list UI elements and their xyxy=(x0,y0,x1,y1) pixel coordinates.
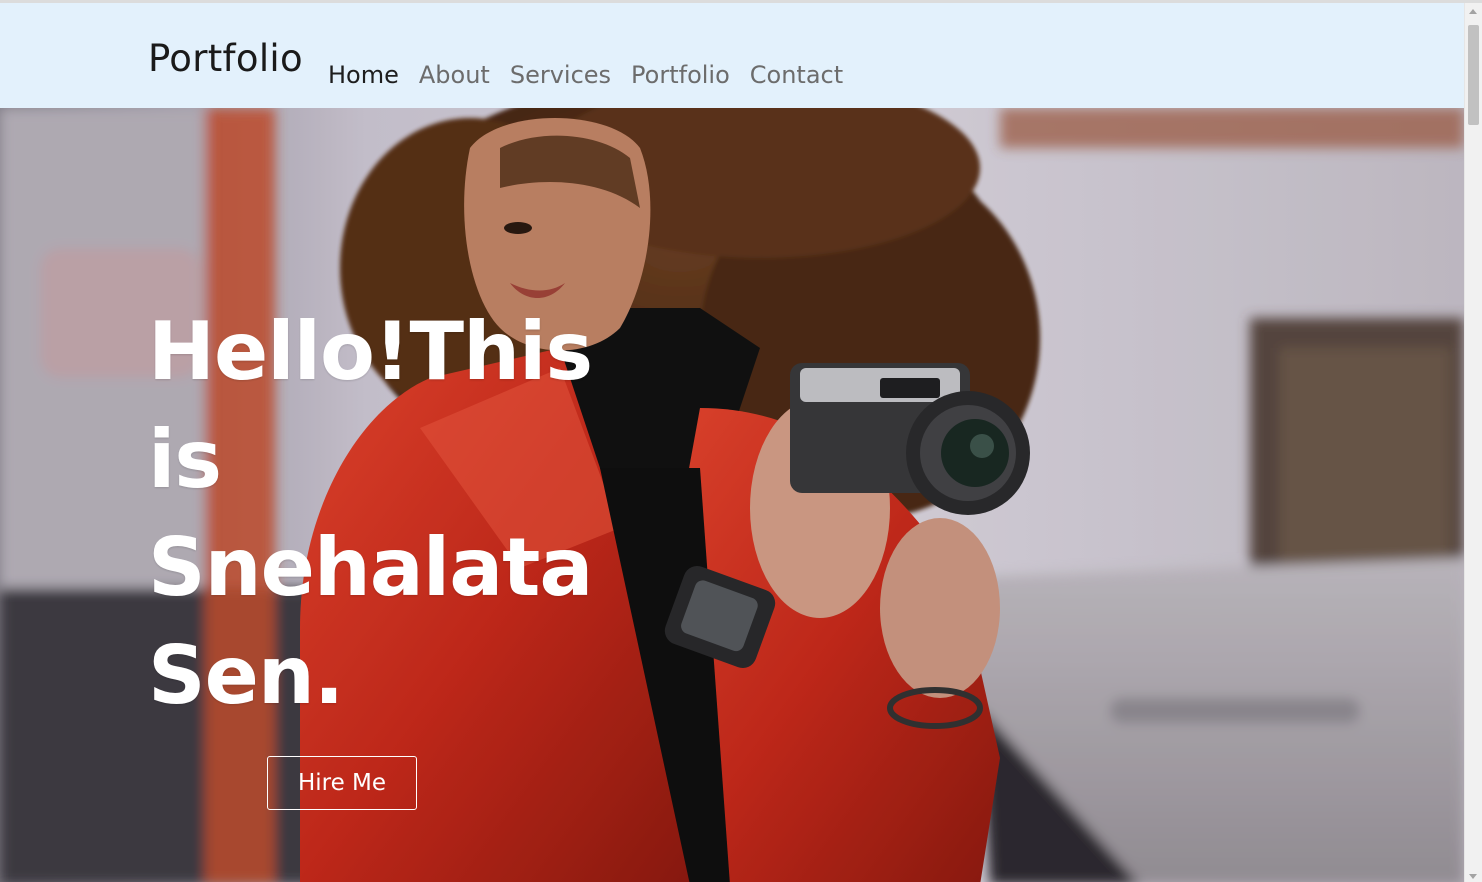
nav-item-home: Home xyxy=(328,61,399,89)
hero-section: Hello!This is Snehalata Sen. Hire Me xyxy=(0,108,1464,882)
nav-item-portfolio: Portfolio xyxy=(631,61,730,89)
page-scrollbar[interactable] xyxy=(1464,3,1482,882)
nav-link-portfolio[interactable]: Portfolio xyxy=(631,61,730,89)
scroll-thumb[interactable] xyxy=(1468,25,1479,125)
hero-title-line-3: Snehalata xyxy=(148,521,593,614)
hire-me-button[interactable]: Hire Me xyxy=(267,756,417,810)
hero-title-line-2: is xyxy=(148,413,222,506)
nav-link-about[interactable]: About xyxy=(419,61,490,89)
nav-link-contact[interactable]: Contact xyxy=(750,61,843,89)
scroll-up-arrow-icon[interactable] xyxy=(1469,9,1477,14)
navbar: Portfolio Home About Services Portfolio … xyxy=(0,3,1464,108)
hero-title-line-4: Sen. xyxy=(148,629,344,722)
nav-menu: Home About Services Portfolio Contact xyxy=(328,61,843,89)
nav-link-services[interactable]: Services xyxy=(510,61,611,89)
nav-link-home[interactable]: Home xyxy=(328,61,399,89)
nav-item-services: Services xyxy=(510,61,611,89)
nav-item-contact: Contact xyxy=(750,61,843,89)
brand-logo[interactable]: Portfolio xyxy=(148,37,303,80)
hero-title-line-1: Hello!This xyxy=(148,305,593,398)
page: Portfolio Home About Services Portfolio … xyxy=(0,0,1482,882)
nav-item-about: About xyxy=(419,61,490,89)
hero-title: Hello!This is Snehalata Sen. xyxy=(148,298,708,730)
scroll-down-arrow-icon[interactable] xyxy=(1469,874,1477,879)
